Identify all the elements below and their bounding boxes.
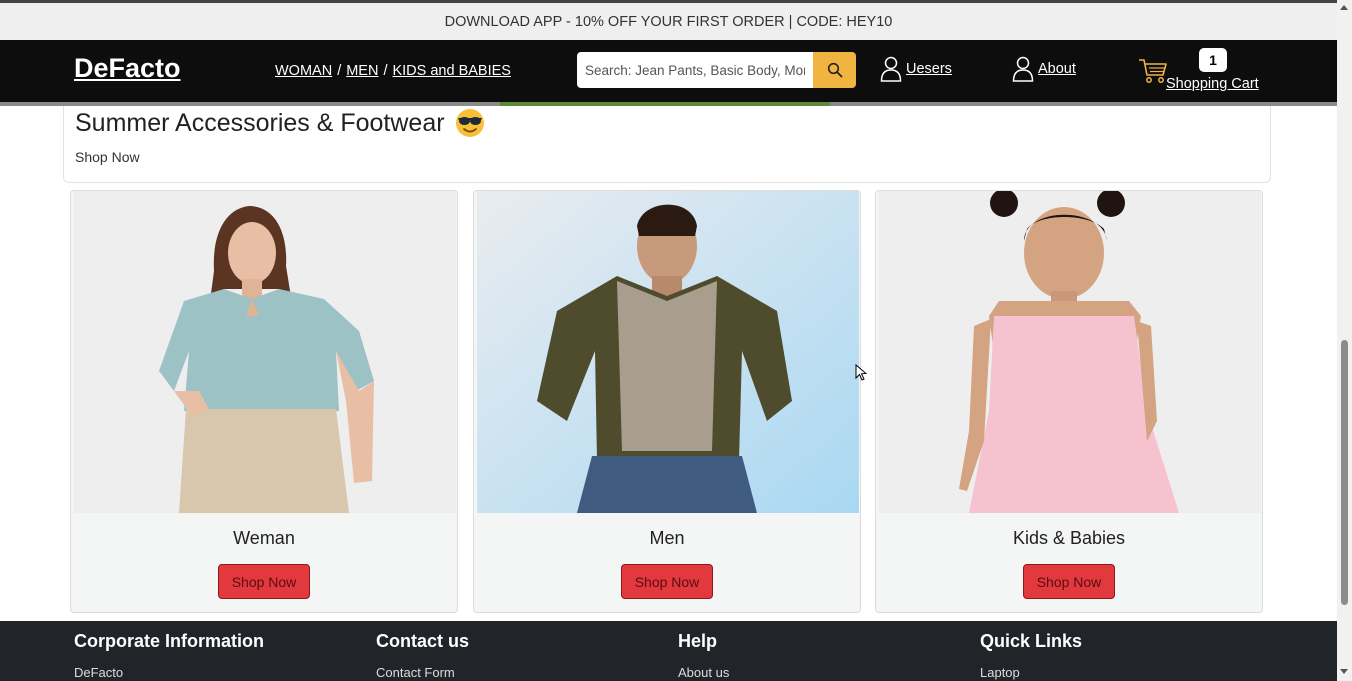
card-title-men: Men: [649, 528, 685, 548]
shop-now-button-woman[interactable]: Shop Now: [218, 564, 310, 599]
cart-count-badge: 1: [1199, 48, 1227, 72]
footer-heading: Contact us: [376, 631, 470, 651]
navbar: DeFacto WOMAN/MEN/KIDS and BABIES Uesers…: [0, 40, 1337, 106]
search-button[interactable]: [813, 52, 856, 88]
footer-link[interactable]: Laptop: [980, 665, 1082, 680]
kids-product-image[interactable]: [879, 191, 1261, 513]
about-label: About: [1038, 61, 1076, 77]
shop-now-button-men[interactable]: Shop Now: [621, 564, 713, 599]
shopping-cart-link[interactable]: 1 Shopping Cart: [1138, 48, 1263, 98]
banner-title-text: Summer Accessories & Footwear: [75, 108, 445, 137]
category-card-men: Men Shop Now: [473, 190, 861, 613]
banner-title: Summer Accessories & Footwear: [75, 108, 485, 138]
scroll-down-arrow-icon[interactable]: [1340, 669, 1348, 674]
footer-column-help: Help About us: [678, 631, 729, 680]
user-icon: [880, 56, 902, 82]
men-product-image[interactable]: [477, 191, 859, 513]
about-link[interactable]: About: [1012, 56, 1076, 82]
footer-heading: Quick Links: [980, 631, 1083, 651]
search-input[interactable]: [577, 52, 813, 88]
users-link[interactable]: Uesers: [880, 56, 952, 82]
promo-bar: DOWNLOAD APP - 10% OFF YOUR FIRST ORDER …: [0, 3, 1337, 40]
banner-shop-now-link[interactable]: Shop Now: [75, 149, 140, 165]
search-icon: [827, 62, 842, 78]
category-nav: WOMAN / MEN / KIDS and BABIES: [275, 63, 511, 79]
footer-heading: Corporate Information: [74, 631, 265, 651]
woman-product-image[interactable]: [74, 191, 456, 513]
scroll-up-arrow-icon[interactable]: [1340, 5, 1348, 10]
promo-text: DOWNLOAD APP - 10% OFF YOUR FIRST ORDER …: [444, 13, 893, 30]
page-scrollbar[interactable]: [1337, 0, 1352, 681]
category-card-woman: Weman Shop Now: [70, 190, 458, 613]
cart-icon: [1139, 59, 1167, 83]
mouse-cursor-icon: [855, 364, 867, 381]
scrollbar-thumb[interactable]: [1341, 340, 1348, 605]
cart-label: Shopping Cart: [1166, 76, 1259, 92]
summer-banner: Summer Accessories & Footwear Shop Now: [63, 106, 1271, 183]
nav-link-men[interactable]: MEN: [346, 63, 378, 79]
logo-link[interactable]: DeFacto: [74, 53, 181, 84]
nav-link-woman[interactable]: WOMAN: [275, 63, 332, 79]
footer-link[interactable]: About us: [678, 665, 729, 680]
footer-column-contact: Contact us Contact Form: [376, 631, 469, 680]
sunglasses-emoji-icon: [455, 109, 484, 137]
footer: Corporate Information DeFacto Contact us…: [0, 621, 1337, 681]
footer-link[interactable]: DeFacto: [74, 665, 264, 680]
users-label: Uesers: [906, 61, 952, 77]
user-icon: [1012, 56, 1034, 82]
nav-link-kids-and-babies[interactable]: KIDS and BABIES: [392, 63, 510, 79]
shop-now-button-kids-and-babies[interactable]: Shop Now: [1023, 564, 1115, 599]
category-separator: /: [383, 63, 388, 79]
category-separator: /: [337, 63, 342, 79]
footer-link[interactable]: Contact Form: [376, 665, 469, 680]
card-title-woman: Weman: [233, 528, 295, 548]
category-card-kids-and-babies: Kids & Babies Shop Now: [875, 190, 1263, 613]
search-form: [577, 52, 856, 88]
footer-heading: Help: [678, 631, 718, 651]
footer-column-corporate: Corporate Information DeFacto: [74, 631, 264, 680]
footer-column-quick-links: Quick Links Laptop: [980, 631, 1082, 680]
card-title-kids-and-babies: Kids & Babies: [1012, 528, 1126, 548]
